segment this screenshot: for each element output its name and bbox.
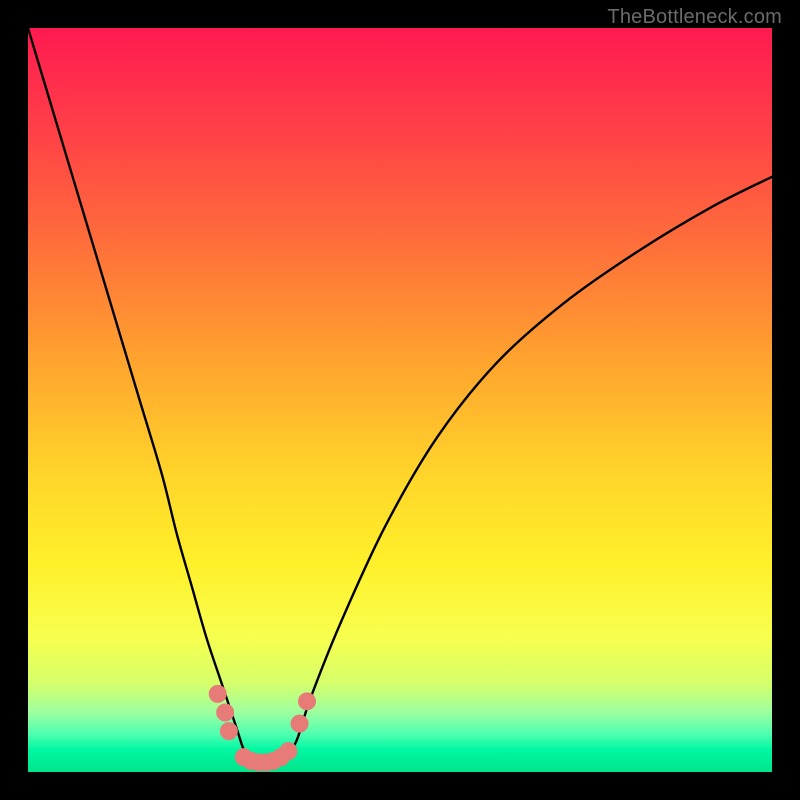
curve-overlay-svg: [28, 28, 772, 772]
curve-marker: [217, 704, 234, 721]
curve-marker: [209, 685, 226, 702]
curve-marker: [299, 693, 316, 710]
curve-markers: [209, 685, 315, 770]
bottleneck-curve: [28, 28, 772, 765]
curve-marker: [220, 723, 237, 740]
curve-marker: [291, 715, 308, 732]
watermark-text: TheBottleneck.com: [607, 6, 782, 29]
plot-area: [28, 28, 772, 772]
curve-marker: [280, 743, 297, 760]
